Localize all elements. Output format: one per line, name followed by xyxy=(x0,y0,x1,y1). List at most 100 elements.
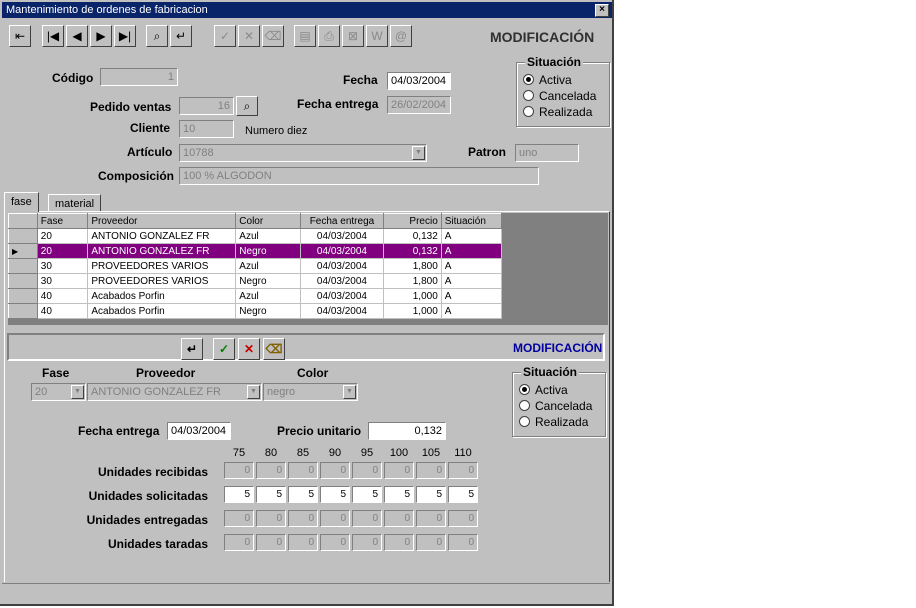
composicion-field[interactable]: 100 % ALGODON xyxy=(179,167,539,185)
fecha-entrega-field[interactable]: 26/02/2004 xyxy=(387,96,451,114)
unit-cell[interactable]: 0 xyxy=(288,510,318,527)
close-button[interactable]: × xyxy=(595,4,609,17)
unit-cell[interactable]: 0 xyxy=(352,534,382,551)
cell-situacion[interactable]: A xyxy=(440,288,503,304)
unit-cell[interactable]: 5 xyxy=(256,486,286,503)
grid-header-fase[interactable]: Fase xyxy=(36,213,89,229)
cell-color[interactable]: Negro xyxy=(235,303,302,319)
unit-cell[interactable]: 5 xyxy=(320,486,350,503)
grid-header-precio[interactable]: Precio xyxy=(382,213,442,229)
cell-fecha[interactable]: 04/03/2004 xyxy=(300,273,384,289)
articulo-select[interactable]: 10788 ▼ xyxy=(179,144,427,162)
grid-header-color[interactable]: Color xyxy=(235,213,302,229)
pedido-field[interactable]: 16 xyxy=(179,97,234,115)
detail-accept-button[interactable]: ✓ xyxy=(213,338,235,360)
cell-fase[interactable]: 20 xyxy=(36,243,89,259)
unit-cell[interactable]: 5 xyxy=(384,486,414,503)
cell-fase[interactable]: 20 xyxy=(36,228,89,244)
unit-cell[interactable]: 0 xyxy=(384,462,414,479)
preview-button[interactable]: ▤ xyxy=(294,25,316,47)
unit-cell[interactable]: 0 xyxy=(320,462,350,479)
chevron-down-icon[interactable]: ▼ xyxy=(71,385,84,399)
prev-button[interactable]: ◀ xyxy=(66,25,88,47)
erase-button[interactable]: ⌫ xyxy=(262,25,284,47)
unit-cell[interactable]: 5 xyxy=(224,486,254,503)
detail-return-button[interactable]: ↵ xyxy=(181,338,203,360)
row-indicator[interactable]: ▶ xyxy=(8,243,38,259)
table-row[interactable]: 30 PROVEEDORES VARIOS Azul 04/03/2004 1,800 A xyxy=(8,258,503,274)
unit-cell[interactable]: 0 xyxy=(256,462,286,479)
chevron-down-icon[interactable]: ▼ xyxy=(343,385,356,399)
cell-fase[interactable]: 30 xyxy=(36,258,89,274)
cell-precio[interactable]: 1,800 xyxy=(382,273,442,289)
exit-button[interactable]: ⇤ xyxy=(9,25,31,47)
situacion-radio-cancelada[interactable]: Cancelada xyxy=(523,89,596,103)
detail-fase-select[interactable]: 20 ▼ xyxy=(31,383,86,401)
unit-cell[interactable]: 0 xyxy=(256,510,286,527)
row-indicator[interactable] xyxy=(8,258,38,274)
cell-situacion[interactable]: A xyxy=(440,243,503,259)
table-row[interactable]: 20 ANTONIO GONZALEZ FR Azul 04/03/2004 0,132… xyxy=(8,228,503,244)
cell-fecha[interactable]: 04/03/2004 xyxy=(300,228,384,244)
cell-precio[interactable]: 1,000 xyxy=(382,303,442,319)
cell-fecha[interactable]: 04/03/2004 xyxy=(300,288,384,304)
cell-fecha[interactable]: 04/03/2004 xyxy=(300,258,384,274)
cell-proveedor[interactable]: PROVEEDORES VARIOS xyxy=(87,273,237,289)
cell-proveedor[interactable]: ANTONIO GONZALEZ FR xyxy=(87,243,237,259)
word-button[interactable]: W xyxy=(366,25,388,47)
cell-precio[interactable]: 1,000 xyxy=(382,288,442,304)
cell-situacion[interactable]: A xyxy=(440,273,503,289)
table-row[interactable]: 30 PROVEEDORES VARIOS Negro 04/03/2004 1,800… xyxy=(8,273,503,289)
row-indicator[interactable] xyxy=(8,228,38,244)
unit-cell[interactable]: 5 xyxy=(448,486,478,503)
unit-cell[interactable]: 0 xyxy=(224,510,254,527)
unit-cell[interactable]: 0 xyxy=(384,510,414,527)
table-row[interactable]: ▶ 20 ANTONIO GONZALEZ FR Negro 04/03/2004 0,1… xyxy=(8,243,503,259)
detail-cancel-button[interactable]: ✕ xyxy=(238,338,260,360)
cell-precio[interactable]: 0,132 xyxy=(382,243,442,259)
table-row[interactable]: 40 Acabados Porfin Negro 04/03/2004 1,000 A xyxy=(8,303,503,319)
situacion-radio-activa[interactable]: Activa xyxy=(523,73,572,87)
pedido-search-button[interactable]: ⌕ xyxy=(236,96,258,116)
chevron-down-icon[interactable]: ▼ xyxy=(412,146,425,160)
detail-erase-button[interactable]: ⌫ xyxy=(263,338,285,360)
cell-fase[interactable]: 40 xyxy=(36,303,89,319)
grid-header-fecha-entrega[interactable]: Fecha entrega xyxy=(300,213,384,229)
row-indicator[interactable] xyxy=(8,303,38,319)
cell-color[interactable]: Negro xyxy=(235,273,302,289)
next-button[interactable]: ▶ xyxy=(90,25,112,47)
unit-cell[interactable]: 5 xyxy=(288,486,318,503)
unit-cell[interactable]: 0 xyxy=(320,510,350,527)
unit-cell[interactable]: 0 xyxy=(352,462,382,479)
detail-situacion-radio-realizada[interactable]: Realizada xyxy=(519,415,588,429)
row-indicator[interactable] xyxy=(8,273,38,289)
binoculars-button[interactable]: ⌕ xyxy=(146,25,168,47)
cell-precio[interactable]: 0,132 xyxy=(382,228,442,244)
accept-button[interactable]: ✓ xyxy=(214,25,236,47)
unit-cell[interactable]: 5 xyxy=(416,486,446,503)
unit-cell[interactable]: 0 xyxy=(320,534,350,551)
cell-proveedor[interactable]: Acabados Porfin xyxy=(87,288,237,304)
unit-cell[interactable]: 5 xyxy=(352,486,382,503)
detail-situacion-radio-activa[interactable]: Activa xyxy=(519,383,568,397)
last-button[interactable]: ▶| xyxy=(114,25,136,47)
fecha-field[interactable]: 04/03/2004 xyxy=(387,72,451,90)
cell-proveedor[interactable]: Acabados Porfin xyxy=(87,303,237,319)
tab-material[interactable]: material xyxy=(48,194,102,212)
first-button[interactable]: |◀ xyxy=(42,25,64,47)
detail-situacion-radio-cancelada[interactable]: Cancelada xyxy=(519,399,592,413)
cell-color[interactable]: Azul xyxy=(235,228,302,244)
unit-cell[interactable]: 0 xyxy=(224,462,254,479)
tab-fase[interactable]: fase xyxy=(4,192,39,212)
cell-situacion[interactable]: A xyxy=(440,228,503,244)
cell-situacion[interactable]: A xyxy=(440,258,503,274)
row-indicator[interactable] xyxy=(8,288,38,304)
cell-color[interactable]: Azul xyxy=(235,258,302,274)
unit-cell[interactable]: 0 xyxy=(256,534,286,551)
excel-button[interactable]: ⊠ xyxy=(342,25,364,47)
table-row[interactable]: 40 Acabados Porfin Azul 04/03/2004 1,000 A xyxy=(8,288,503,304)
print-button[interactable]: ⎙ xyxy=(318,25,340,47)
unit-cell[interactable]: 0 xyxy=(224,534,254,551)
unit-cell[interactable]: 0 xyxy=(448,534,478,551)
unit-cell[interactable]: 0 xyxy=(384,534,414,551)
